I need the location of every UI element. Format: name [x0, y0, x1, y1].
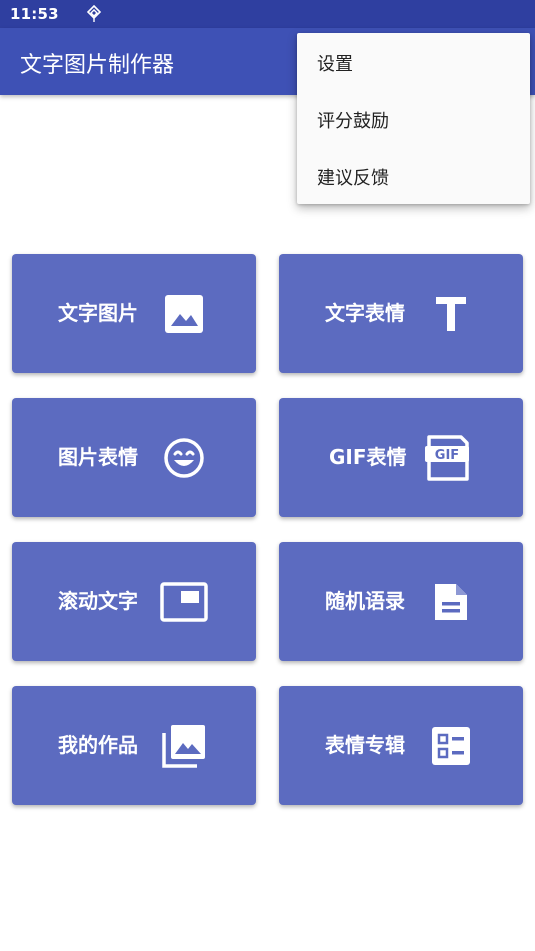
tile-label: 文字表情: [325, 301, 405, 325]
tile-label: 随机语录: [325, 589, 405, 613]
tile-image-emoji[interactable]: 图片表情: [12, 398, 256, 517]
status-time: 11:53: [10, 5, 59, 23]
tile-label: 表情专辑: [325, 733, 405, 757]
smiley-icon: [163, 437, 205, 479]
gif-icon: GIF: [423, 435, 471, 481]
overflow-popup-menu: 设置 评分鼓励 建议反馈: [297, 33, 530, 204]
menu-item-rate[interactable]: 评分鼓励: [297, 90, 530, 147]
app-title: 文字图片制作器: [20, 53, 175, 78]
tile-my-works[interactable]: 我的作品: [12, 686, 256, 805]
tile-label: 滚动文字: [58, 589, 138, 613]
menu-item-settings[interactable]: 设置: [297, 33, 530, 90]
document-icon: [430, 581, 472, 623]
menu-item-label: 设置: [317, 54, 353, 75]
tile-label: 我的作品: [58, 733, 138, 757]
photo-library-icon: [161, 725, 207, 768]
checklist-icon: [430, 725, 472, 767]
tile-label: 文字图片: [58, 301, 138, 325]
menu-item-label: 建议反馈: [317, 168, 389, 189]
text-t-icon: [430, 293, 472, 335]
menu-item-feedback[interactable]: 建议反馈: [297, 147, 530, 204]
tile-label: 图片表情: [58, 445, 138, 469]
tile-random-quotes[interactable]: 随机语录: [279, 542, 523, 661]
status-bar: 11:53: [0, 0, 535, 28]
picture-in-picture-icon: [160, 581, 208, 623]
tile-text-emoji[interactable]: 文字表情: [279, 254, 523, 373]
tile-emoji-album[interactable]: 表情专辑: [279, 686, 523, 805]
menu-item-label: 评分鼓励: [317, 111, 389, 132]
tile-label: GIF表情: [329, 445, 407, 469]
image-icon: [163, 293, 205, 335]
tile-gif-emoji[interactable]: GIF表情 GIF: [279, 398, 523, 517]
tile-text-image[interactable]: 文字图片: [12, 254, 256, 373]
notification-diamond-icon: [86, 5, 102, 22]
svg-text:GIF: GIF: [435, 448, 459, 463]
tile-scrolling-text[interactable]: 滚动文字: [12, 542, 256, 661]
